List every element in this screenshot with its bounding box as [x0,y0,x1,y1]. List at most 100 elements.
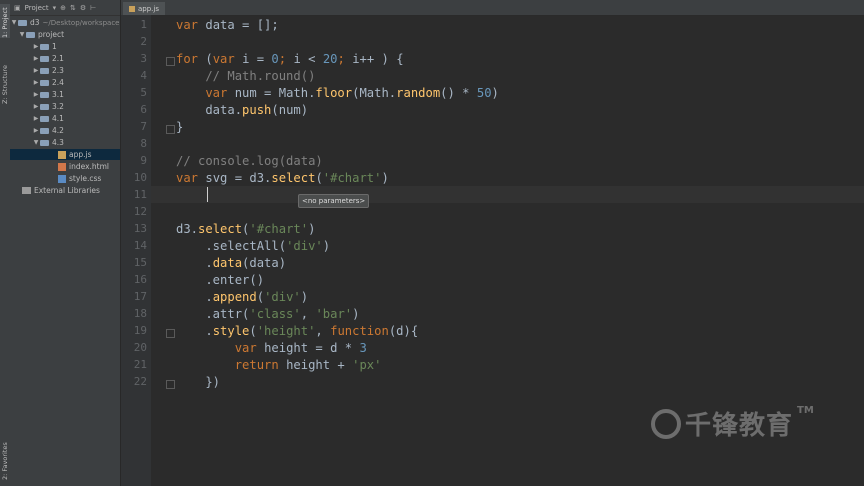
line-number: 14 [133,239,147,252]
line-number-gutter: 1 2 3 4 5 6 7 8 9 10 11 12 13 14 15 16 1… [121,15,151,486]
tree-label: External Libraries [34,186,100,195]
fold-marker-icon[interactable] [166,329,175,338]
tree-item-1[interactable]: ▶ 1 [10,41,120,52]
settings-gear-icon[interactable]: ⚙ [80,4,86,12]
tree-item-3-1[interactable]: ▶ 3.1 [10,89,120,100]
library-icon [22,187,31,194]
code-line-6: data.push(num) [176,103,309,117]
collapsed-arrow-icon[interactable]: ▶ [32,127,40,134]
line-number: 12 [133,205,147,218]
code-line-17: .append('div') [176,290,309,304]
folder-icon [26,31,35,38]
tree-label: index.html [69,162,109,171]
tree-label: 4.2 [52,126,64,135]
code-line-4: // Math.round() [176,69,316,83]
expanded-arrow-icon[interactable]: ▼ [32,139,40,146]
structure-tool-tab[interactable]: Z: Structure [0,58,10,104]
js-file-icon [58,150,66,159]
code-line-18: .attr('class', 'bar') [176,307,360,321]
expanded-arrow-icon[interactable]: ▼ [18,31,26,38]
collapsed-arrow-icon[interactable]: ▶ [32,55,40,62]
folder-icon [40,79,49,86]
project-toolbar: ▣ Project ▾ ⊕ ⇅ ⚙ ⊢ [10,0,120,16]
tree-item-style-css[interactable]: style.css [10,173,120,184]
code-line-10: var svg = d3.select('#chart') [176,171,389,185]
code-line-5: var num = Math.floor(Math.random() * 50) [176,86,499,100]
folder-icon [18,19,27,26]
code-line-19: .style('height', function(d){ [176,324,419,338]
line-number: 21 [133,358,147,371]
root-path: ~/Desktop/workspace [42,18,120,27]
folder-icon [40,91,49,98]
line-number: 16 [133,273,147,286]
code-line-21: return height + 'px' [176,358,382,372]
project-tool-tab[interactable]: 1: Project [0,4,10,38]
line-number: 3 [140,52,147,65]
code-line-7: } [176,120,184,134]
tree-item-2-4[interactable]: ▶ 2.4 [10,77,120,88]
fold-marker-icon[interactable] [166,380,175,389]
line-number: 7 [140,120,147,133]
code-line-13: d3.select('#chart') [176,222,316,236]
line-number: 19 [133,324,147,337]
tree-item-app-js[interactable]: app.js [10,149,120,160]
code-line-15: .data(data) [176,256,287,270]
tree-item-index-html[interactable]: index.html [10,161,120,172]
tab-label: app.js [138,4,159,13]
folder-icon [40,67,49,74]
tree-label: project [38,30,65,39]
hide-panel-icon[interactable]: ⊢ [90,4,96,12]
line-number: 15 [133,256,147,269]
folder-icon [40,127,49,134]
line-number: 5 [140,86,147,99]
folder-icon [40,103,49,110]
collapsed-arrow-icon[interactable]: ▶ [32,67,40,74]
tree-item-3-2[interactable]: ▶ 3.2 [10,101,120,112]
current-line-highlight [151,186,864,203]
collapsed-arrow-icon[interactable]: ▶ [32,79,40,86]
line-number: 2 [140,35,147,48]
tree-label: 2.1 [52,54,64,63]
line-number: 1 [140,18,147,31]
collapsed-arrow-icon[interactable]: ▶ [32,103,40,110]
collapsed-arrow-icon[interactable]: ▶ [32,91,40,98]
fold-marker-icon[interactable] [166,125,175,134]
tab-app-js[interactable]: app.js [123,2,165,15]
project-view-selector[interactable]: Project [25,4,49,12]
tree-item-2-3[interactable]: ▶ 2.3 [10,65,120,76]
code-line-3: for (var i = 0; i < 20; i++ ) { [176,52,404,66]
code-line-22: }) [176,375,221,389]
editor-tab-bar: app.js [121,0,864,16]
collapsed-arrow-icon[interactable]: ▶ [32,115,40,122]
line-number: 17 [133,290,147,303]
project-panel: ▣ Project ▾ ⊕ ⇅ ⚙ ⊢ ▼ d3 ~/Desktop/works… [10,0,121,486]
tree-item-external-libraries[interactable]: External Libraries [10,185,120,196]
watermark: 千锋教育 TM [651,405,814,442]
tree-item-4-2[interactable]: ▶ 4.2 [10,125,120,136]
collapse-all-icon[interactable]: ⇅ [70,4,76,12]
favorites-tool-tab[interactable]: 2: Favorites [0,432,10,480]
expanded-arrow-icon[interactable]: ▼ [10,19,18,26]
css-file-icon [58,174,66,183]
tree-item-4-1[interactable]: ▶ 4.1 [10,113,120,124]
fold-marker-icon[interactable] [166,57,175,66]
line-number: 4 [140,69,147,82]
tree-item-4-3[interactable]: ▼ 4.3 [10,137,120,148]
tree-item-root[interactable]: ▼ d3 ~/Desktop/workspace [10,17,120,28]
html-file-icon [58,162,66,171]
line-number: 11 [133,188,147,201]
chevron-down-icon[interactable]: ▾ [53,4,57,12]
tree-label: style.css [69,174,102,183]
code-line-1: var data = []; [176,18,279,32]
tree-item-project[interactable]: ▼ project [10,29,120,40]
line-number: 22 [133,375,147,388]
collapsed-arrow-icon[interactable]: ▶ [32,43,40,50]
tree-label: d3 [30,18,40,27]
folder-icon [40,55,49,62]
tree-label: 2.4 [52,78,64,87]
line-number: 18 [133,307,147,320]
sync-icon[interactable]: ⊕ [60,4,66,12]
tree-item-2-1[interactable]: ▶ 2.1 [10,53,120,64]
project-view-icon[interactable]: ▣ [14,4,21,12]
watermark-text: 千锋教育 [685,411,794,441]
